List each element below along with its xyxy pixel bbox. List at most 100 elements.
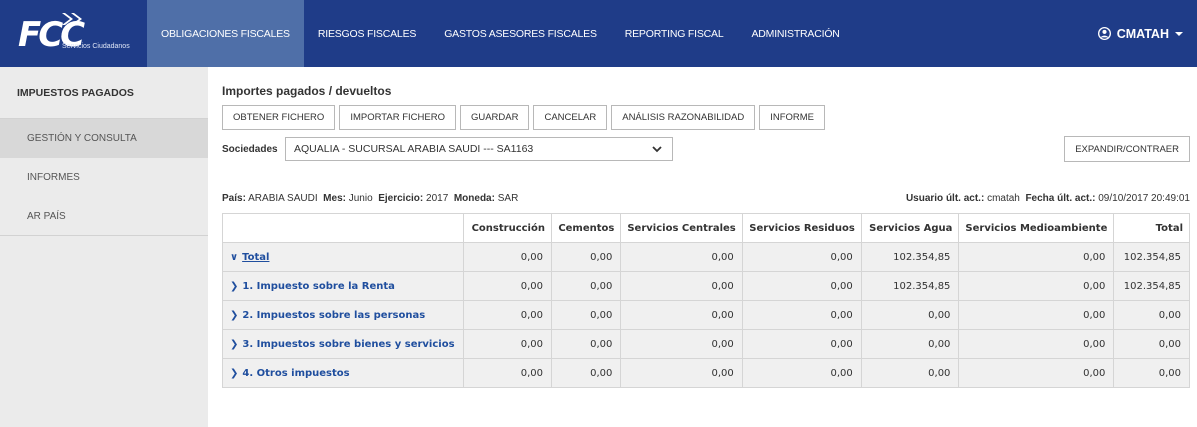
analisis-razonabilidad-button[interactable]: ANÁLISIS RAZONABILIDAD (611, 105, 756, 130)
column-header-servicios-residuos: Servicios Residuos (741, 213, 862, 243)
column-header-construccion: Construcción (462, 213, 552, 243)
pais-label: País: (222, 193, 246, 204)
row-label: 1. Impuesto sobre la Renta (242, 280, 395, 292)
table-cell: 0,00 (860, 358, 960, 388)
sidebar-item-informes[interactable]: INFORMES (0, 158, 208, 197)
table-cell: 102.354,85 (1113, 242, 1190, 272)
top-navbar: FCC Servicios Ciudadanos OBLIGACIONES FI… (0, 0, 1197, 67)
table-cell: 0,00 (741, 242, 862, 272)
chevron-right-icon: ❯ (230, 367, 239, 379)
sidebar-item-gestion-consulta[interactable]: GESTIÓN Y CONSULTA (0, 119, 208, 158)
table-cell: 0,00 (741, 271, 862, 301)
chevron-down-icon (652, 146, 662, 153)
table-cell: 0,00 (462, 300, 552, 330)
nav-obligaciones-fiscales[interactable]: OBLIGACIONES FISCALES (147, 0, 304, 67)
sidebar-title[interactable]: IMPUESTOS PAGADOS (0, 67, 208, 119)
table-cell: 0,00 (860, 300, 960, 330)
table-cell: 0,00 (958, 242, 1115, 272)
table-cell: 0,00 (462, 271, 552, 301)
obtener-fichero-button[interactable]: OBTENER FICHERO (222, 105, 336, 130)
row-toggle-otros-impuestos[interactable]: ❯ 4. Otros impuestos (222, 358, 464, 388)
table-cell: 102.354,85 (860, 242, 960, 272)
page-title: Importes pagados / devueltos (222, 84, 392, 98)
importar-fichero-button[interactable]: IMPORTAR FICHERO (339, 105, 456, 130)
column-header-total: Total (1113, 213, 1190, 243)
table-cell: 0,00 (860, 329, 960, 359)
user-circle-icon (1097, 27, 1111, 40)
table-cell: 0,00 (958, 271, 1115, 301)
column-header-cementos: Cementos (550, 213, 622, 243)
sociedades-select[interactable]: AQUALIA - SUCURSAL ARABIA SAUDI --- SA11… (285, 137, 673, 161)
table-cell: 0,00 (550, 242, 622, 272)
taxes-table: Construcción Cementos Servicios Centrale… (222, 213, 1190, 388)
row-toggle-impuesto-renta[interactable]: ❯ 1. Impuesto sobre la Renta (222, 271, 464, 301)
table-cell: 0,00 (620, 300, 743, 330)
toolbar: OBTENER FICHERO IMPORTAR FICHERO GUARDAR… (222, 105, 825, 130)
table-cell: 0,00 (741, 329, 862, 359)
table-cell: 102.354,85 (860, 271, 960, 301)
sidebar-item-ar-pais[interactable]: AR PAÍS (0, 197, 208, 236)
table-cell: 0,00 (1113, 300, 1190, 330)
fecha-label: Fecha últ. act.: (1025, 193, 1096, 204)
table-cell: 0,00 (620, 358, 743, 388)
nav-gastos-asesores-fiscales[interactable]: GASTOS ASESORES FISCALES (430, 0, 611, 67)
row-label: Total (242, 251, 270, 263)
row-label: 4. Otros impuestos (242, 367, 350, 379)
moneda-value: SAR (497, 193, 519, 204)
table-cell: 0,00 (462, 358, 552, 388)
nav-administracion[interactable]: ADMINISTRACIÓN (737, 0, 853, 67)
table-row: ❯ 4. Otros impuestos 0,00 0,00 0,00 0,00 … (222, 358, 1190, 388)
mes-value: Junio (348, 193, 373, 204)
table-header-row: Construcción Cementos Servicios Centrale… (222, 213, 1190, 243)
row-toggle-impuestos-personas[interactable]: ❯ 2. Impuestos sobre las personas (222, 300, 464, 330)
sociedades-selected-value: AQUALIA - SUCURSAL ARABIA SAUDI --- SA11… (294, 143, 534, 155)
row-toggle-impuestos-bienes-servicios[interactable]: ❯ 3. Impuestos sobre bienes y servicios (222, 329, 464, 359)
table-cell: 0,00 (462, 329, 552, 359)
table-row: ❯ 2. Impuestos sobre las personas 0,00 0,… (222, 300, 1190, 330)
table-cell: 0,00 (620, 242, 743, 272)
column-header-servicios-agua: Servicios Agua (860, 213, 960, 243)
moneda-label: Moneda: (453, 193, 495, 204)
table-cell: 0,00 (1113, 358, 1190, 388)
table-cell: 0,00 (550, 358, 622, 388)
column-header-servicios-centrales: Servicios Centrales (620, 213, 743, 243)
table-cell: 0,00 (958, 329, 1115, 359)
column-header-servicios-medioambiente: Servicios Medioambiente (958, 213, 1115, 243)
expandir-contraer-button[interactable]: EXPANDIR/CONTRAER (1064, 136, 1190, 162)
last-update-info: Usuario últ. act.: cmatah Fecha últ. act… (906, 193, 1190, 204)
usuario-value: cmatah (987, 193, 1020, 204)
table-cell: 0,00 (958, 358, 1115, 388)
table-row: ❯ 1. Impuesto sobre la Renta 0,00 0,00 0,… (222, 271, 1190, 301)
nav-reporting-fiscal[interactable]: REPORTING FISCAL (611, 0, 738, 67)
user-menu[interactable]: CMATAH (1097, 0, 1183, 67)
table-cell: 0,00 (1113, 329, 1190, 359)
row-label: 3. Impuestos sobre bienes y servicios (242, 338, 455, 350)
row-toggle-total[interactable]: ∨ Total (222, 242, 464, 272)
row-label: 2. Impuestos sobre las personas (242, 309, 426, 321)
table-cell: 0,00 (958, 300, 1115, 330)
fecha-value: 09/10/2017 20:49:01 (1098, 193, 1190, 204)
user-name: CMATAH (1116, 26, 1169, 41)
table-cell: 0,00 (462, 242, 552, 272)
logo-arrows-icon (62, 13, 82, 25)
nav-riesgos-fiscales[interactable]: RIESGOS FISCALES (304, 0, 430, 67)
context-info: País: ARABIA SAUDI Mes: Junio Ejercicio:… (222, 193, 518, 204)
table-cell: 0,00 (741, 300, 862, 330)
sidebar: IMPUESTOS PAGADOS GESTIÓN Y CONSULTA INF… (0, 67, 208, 427)
fcc-logo[interactable]: FCC Servicios Ciudadanos (12, 10, 152, 58)
guardar-button[interactable]: GUARDAR (459, 105, 530, 130)
chevron-right-icon: ❯ (230, 338, 239, 350)
informe-button[interactable]: INFORME (759, 105, 825, 130)
cancelar-button[interactable]: CANCELAR (533, 105, 608, 130)
table-row: ❯ 3. Impuestos sobre bienes y servicios 0… (222, 329, 1190, 359)
usuario-label: Usuario últ. act.: (905, 193, 985, 204)
table-cell: 0,00 (550, 300, 622, 330)
table-cell: 0,00 (620, 329, 743, 359)
main-nav: OBLIGACIONES FISCALES RIESGOS FISCALES G… (147, 0, 854, 67)
chevron-right-icon: ❯ (230, 280, 239, 292)
mes-label: Mes: (323, 193, 346, 204)
caret-down-icon (1175, 31, 1183, 36)
pais-value: ARABIA SAUDI (248, 193, 318, 204)
ejercicio-value: 2017 (426, 193, 449, 204)
table-cell: 0,00 (620, 271, 743, 301)
